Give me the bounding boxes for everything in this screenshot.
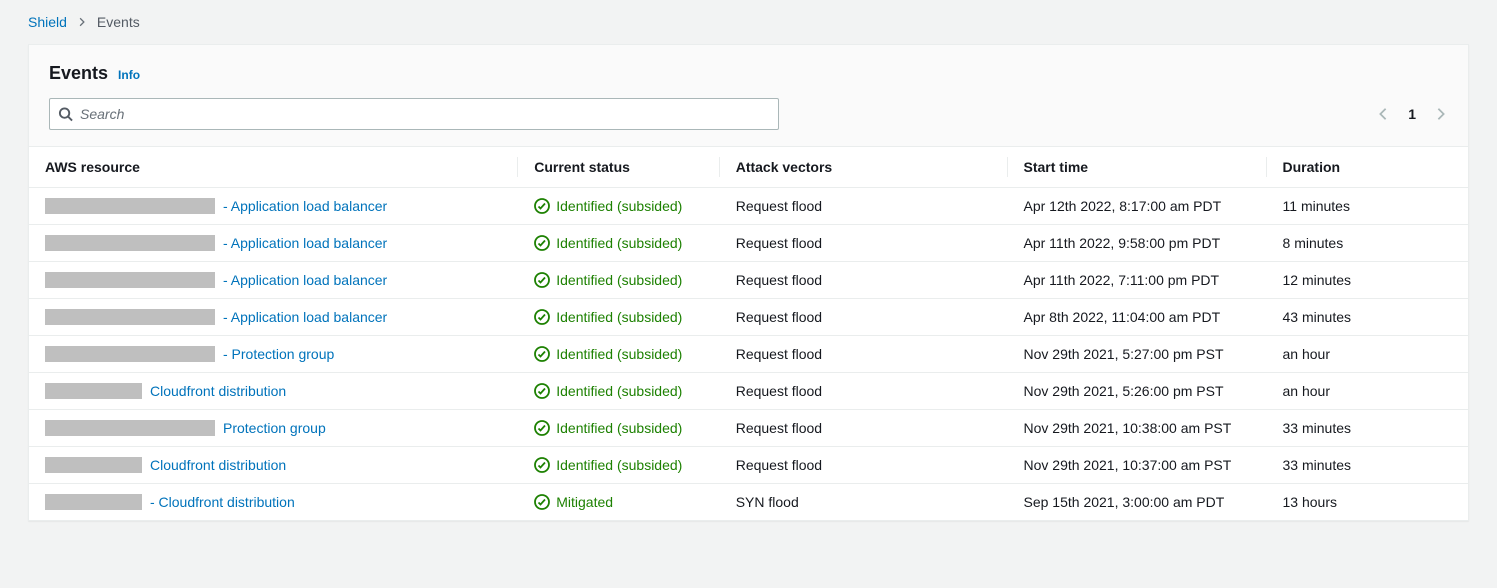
check-circle-icon xyxy=(534,309,550,325)
status-text: Identified (subsided) xyxy=(556,309,682,325)
column-header-vectors[interactable]: Attack vectors xyxy=(720,147,1008,188)
table-row: - Application load balancer Identified (s… xyxy=(29,225,1468,262)
status-text: Identified (subsided) xyxy=(556,346,682,362)
start-time: Apr 8th 2022, 11:04:00 am PDT xyxy=(1008,299,1267,336)
table-row: Protection group Identified (subsided) Req… xyxy=(29,410,1468,447)
start-time: Apr 12th 2022, 8:17:00 am PDT xyxy=(1008,188,1267,225)
redacted-block xyxy=(45,198,215,214)
redacted-block xyxy=(45,309,215,325)
search-field xyxy=(49,98,779,130)
check-circle-icon xyxy=(534,457,550,473)
resource-link[interactable]: - Cloudfront distribution xyxy=(150,494,295,510)
start-time: Apr 11th 2022, 9:58:00 pm PDT xyxy=(1008,225,1267,262)
start-time: Sep 15th 2021, 3:00:00 am PDT xyxy=(1008,484,1267,521)
attack-vector: Request flood xyxy=(720,410,1008,447)
events-table: AWS resource Current status Attack vecto… xyxy=(29,147,1468,520)
duration: 13 hours xyxy=(1267,484,1468,521)
resource-link[interactable]: - Application load balancer xyxy=(223,272,387,288)
info-link[interactable]: Info xyxy=(118,68,140,82)
check-circle-icon xyxy=(534,198,550,214)
status-text: Identified (subsided) xyxy=(556,235,682,251)
duration: 8 minutes xyxy=(1267,225,1468,262)
table-row: Cloudfront distribution Identified (subsi… xyxy=(29,373,1468,410)
status-text: Identified (subsided) xyxy=(556,272,682,288)
attack-vector: Request flood xyxy=(720,188,1008,225)
resource-link[interactable]: - Application load balancer xyxy=(223,235,387,251)
start-time: Nov 29th 2021, 10:38:00 am PST xyxy=(1008,410,1267,447)
duration: 33 minutes xyxy=(1267,447,1468,484)
pager: 1 xyxy=(1376,106,1448,122)
redacted-block xyxy=(45,346,215,362)
breadcrumb-current: Events xyxy=(97,14,140,30)
breadcrumb: Shield Events xyxy=(0,0,1497,40)
table-row: - Application load balancer Identified (s… xyxy=(29,188,1468,225)
column-header-duration[interactable]: Duration xyxy=(1267,147,1468,188)
status-text: Identified (subsided) xyxy=(556,420,682,436)
column-header-status[interactable]: Current status xyxy=(518,147,719,188)
resource-link[interactable]: Cloudfront distribution xyxy=(150,383,286,399)
start-time: Nov 29th 2021, 10:37:00 am PST xyxy=(1008,447,1267,484)
page-next-button[interactable] xyxy=(1434,107,1448,121)
page-title: Events xyxy=(49,63,108,84)
search-icon xyxy=(58,107,73,122)
check-circle-icon xyxy=(534,494,550,510)
panel-header: Events Info 1 xyxy=(29,45,1468,147)
breadcrumb-root[interactable]: Shield xyxy=(28,14,67,30)
check-circle-icon xyxy=(534,383,550,399)
redacted-block xyxy=(45,383,142,399)
duration: 33 minutes xyxy=(1267,410,1468,447)
attack-vector: Request flood xyxy=(720,447,1008,484)
column-header-resource[interactable]: AWS resource xyxy=(29,147,518,188)
status-text: Identified (subsided) xyxy=(556,198,682,214)
resource-link[interactable]: Protection group xyxy=(223,420,326,436)
table-row: - Application load balancer Identified (s… xyxy=(29,299,1468,336)
check-circle-icon xyxy=(534,346,550,362)
check-circle-icon xyxy=(534,235,550,251)
attack-vector: Request flood xyxy=(720,262,1008,299)
resource-link[interactable]: - Application load balancer xyxy=(223,198,387,214)
resource-link[interactable]: Cloudfront distribution xyxy=(150,457,286,473)
table-row: Cloudfront distribution Identified (subsi… xyxy=(29,447,1468,484)
attack-vector: Request flood xyxy=(720,336,1008,373)
start-time: Nov 29th 2021, 5:26:00 pm PST xyxy=(1008,373,1267,410)
check-circle-icon xyxy=(534,420,550,436)
redacted-block xyxy=(45,420,215,436)
resource-link[interactable]: - Application load balancer xyxy=(223,309,387,325)
status-text: Identified (subsided) xyxy=(556,457,682,473)
redacted-block xyxy=(45,272,215,288)
page-number: 1 xyxy=(1408,106,1416,122)
chevron-right-icon xyxy=(77,14,87,30)
duration: an hour xyxy=(1267,373,1468,410)
status-text: Mitigated xyxy=(556,494,613,510)
duration: 11 minutes xyxy=(1267,188,1468,225)
table-row: - Application load balancer Identified (s… xyxy=(29,262,1468,299)
start-time: Apr 11th 2022, 7:11:00 pm PDT xyxy=(1008,262,1267,299)
redacted-block xyxy=(45,235,215,251)
attack-vector: SYN flood xyxy=(720,484,1008,521)
table-row: - Cloudfront distribution Mitigated SYN fl… xyxy=(29,484,1468,521)
duration: an hour xyxy=(1267,336,1468,373)
attack-vector: Request flood xyxy=(720,299,1008,336)
table-row: - Protection group Identified (subsided) R… xyxy=(29,336,1468,373)
page-prev-button[interactable] xyxy=(1376,107,1390,121)
duration: 12 minutes xyxy=(1267,262,1468,299)
attack-vector: Request flood xyxy=(720,373,1008,410)
redacted-block xyxy=(45,457,142,473)
status-text: Identified (subsided) xyxy=(556,383,682,399)
duration: 43 minutes xyxy=(1267,299,1468,336)
events-panel: Events Info 1 AWS resource Current statu… xyxy=(28,44,1469,521)
resource-link[interactable]: - Protection group xyxy=(223,346,334,362)
redacted-block xyxy=(45,494,142,510)
attack-vector: Request flood xyxy=(720,225,1008,262)
search-input[interactable] xyxy=(49,98,779,130)
column-header-start[interactable]: Start time xyxy=(1008,147,1267,188)
check-circle-icon xyxy=(534,272,550,288)
start-time: Nov 29th 2021, 5:27:00 pm PST xyxy=(1008,336,1267,373)
